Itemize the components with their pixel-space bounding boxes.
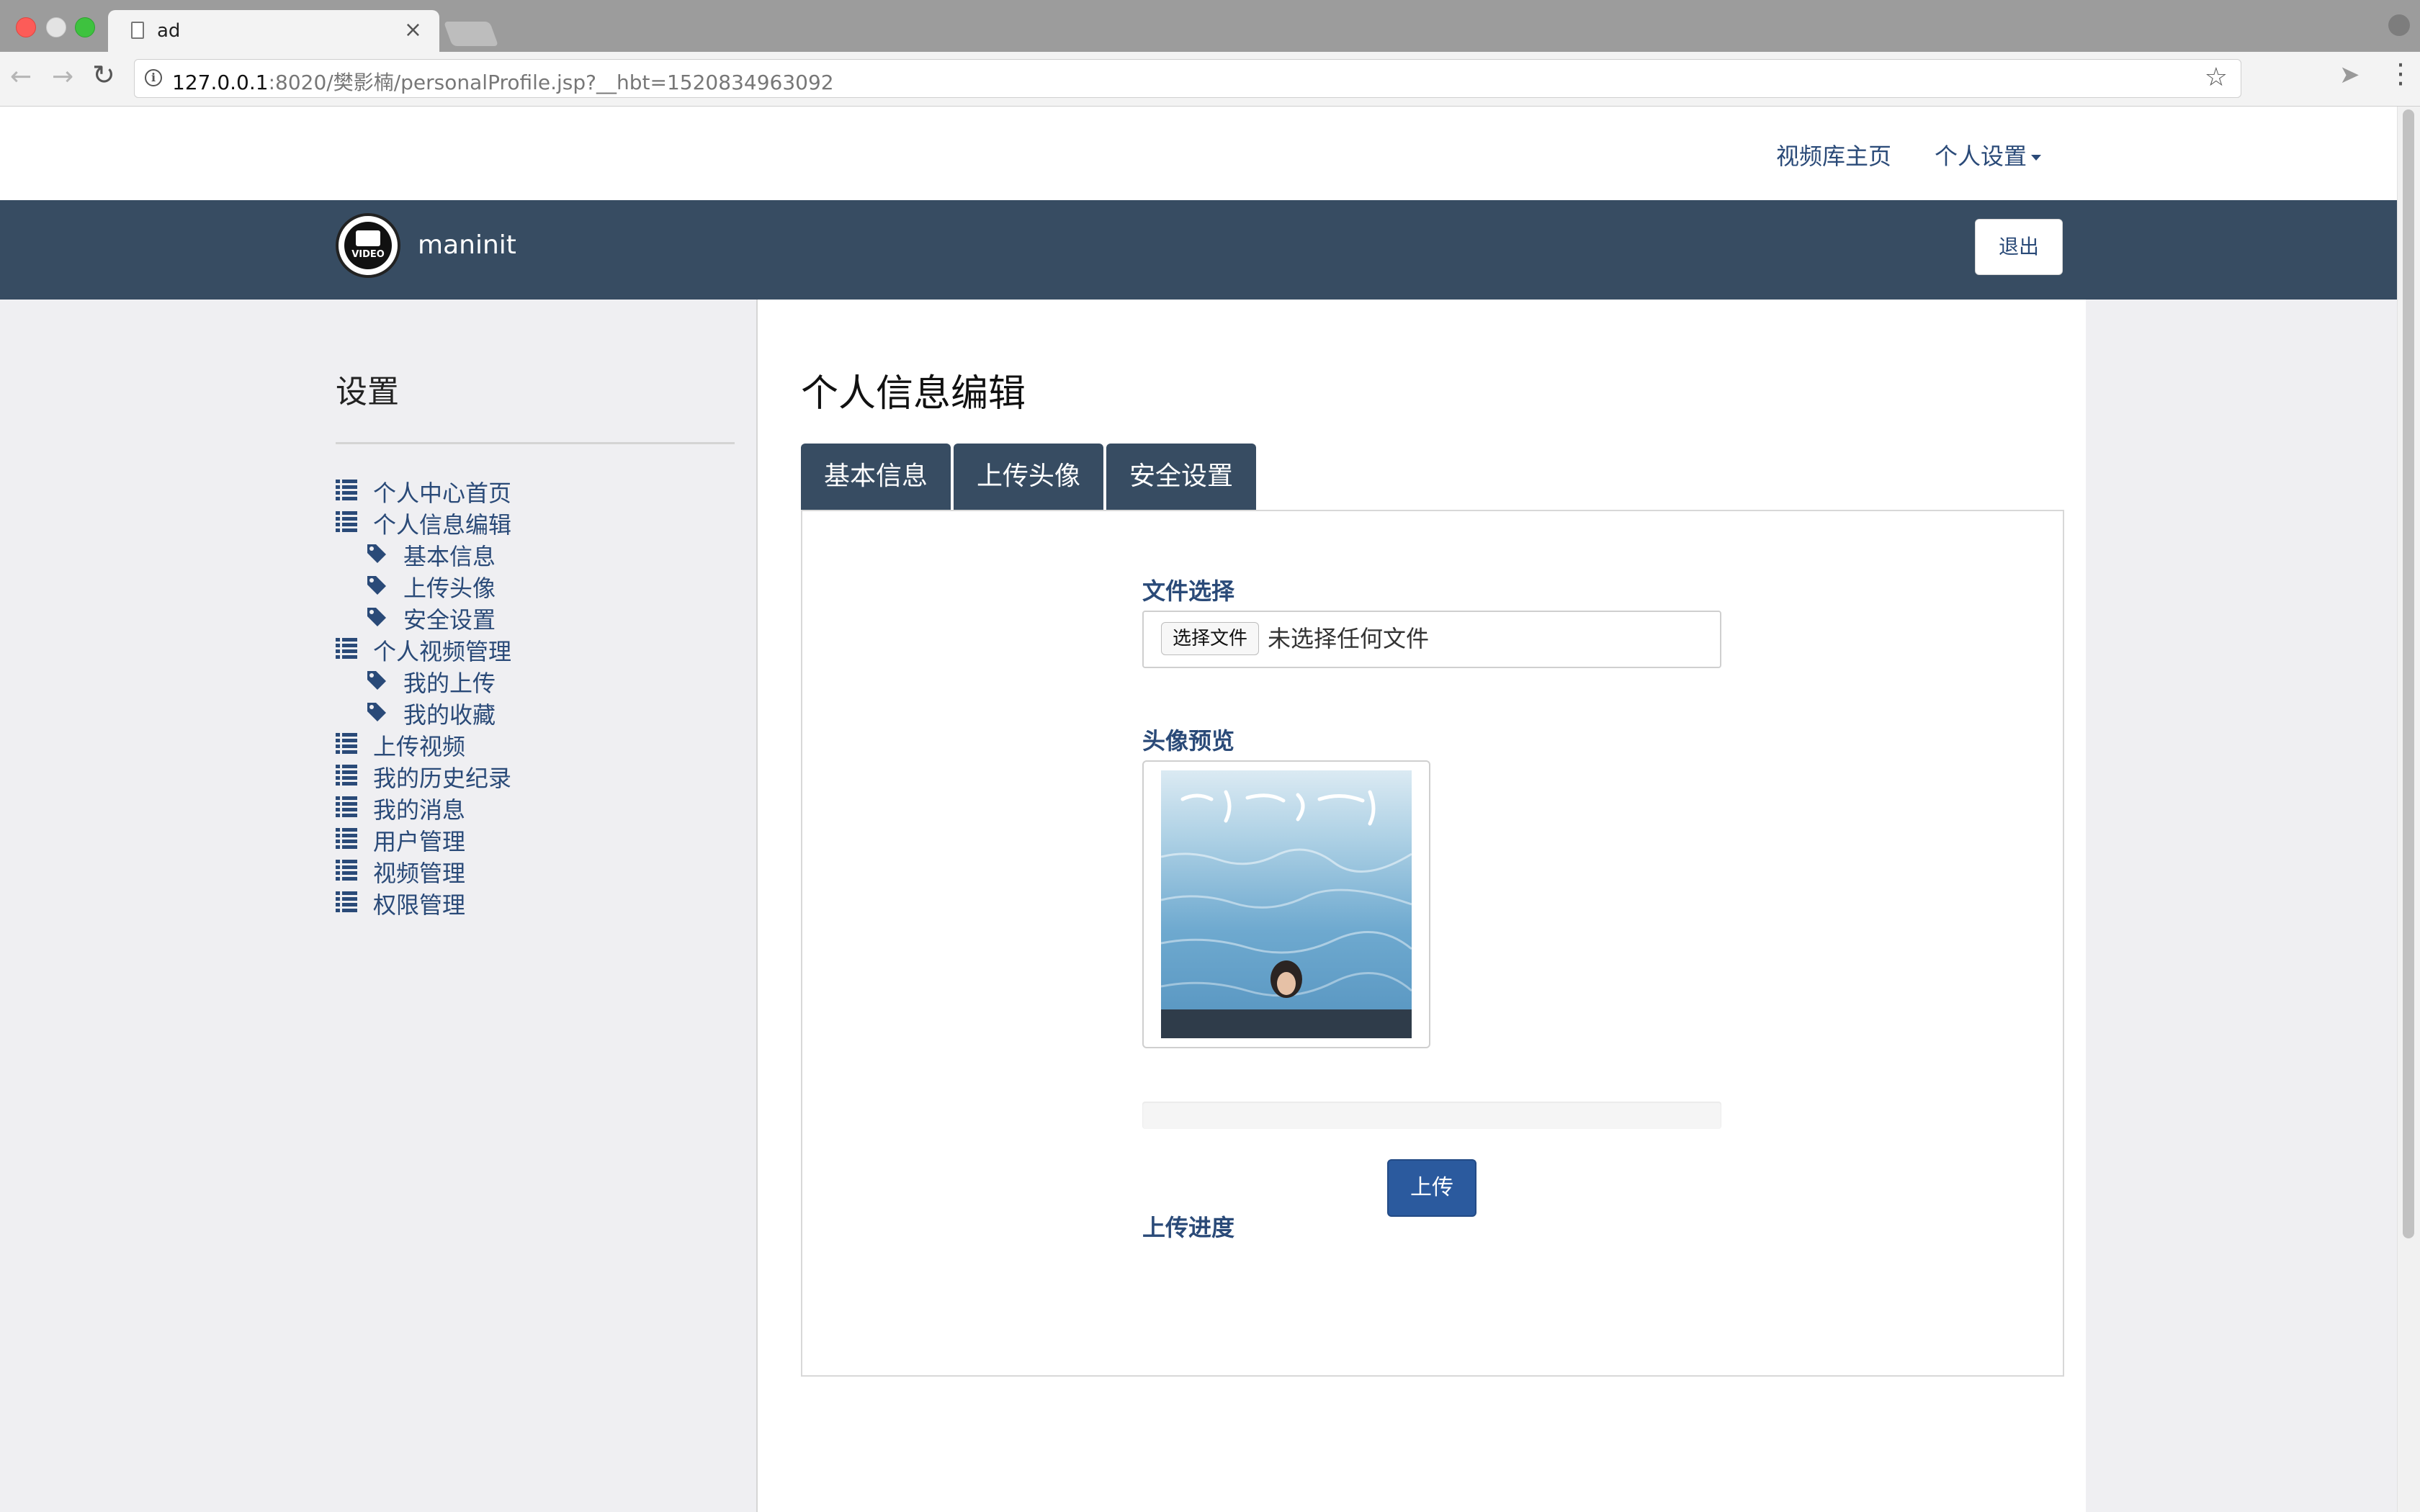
page-viewport: 视频库主页 个人设置 VIDEO maninit 退出 设置 个人中心首页 个人信… [0, 107, 2397, 1512]
tag-icon [366, 606, 386, 626]
window-minimize-button[interactable] [46, 17, 66, 37]
video-logo: VIDEO [336, 213, 400, 278]
sidebar-item-label: 我的历史纪录 [373, 765, 512, 792]
camera-icon [356, 230, 380, 246]
sidebar-item-label: 权限管理 [373, 891, 466, 919]
sidebar-divider [336, 442, 735, 444]
sidebar-item-label: 个人视频管理 [373, 638, 512, 665]
file-status-text: 未选择任何文件 [1268, 625, 1430, 652]
browser-tab[interactable]: ad × [108, 10, 439, 53]
sidebar-item-label: 个人中心首页 [373, 480, 512, 507]
list-icon [336, 480, 357, 501]
sidebar-item-label: 视频管理 [373, 860, 466, 887]
reload-icon[interactable]: ↻ [92, 59, 115, 91]
page-title: 个人信息编辑 [801, 372, 1026, 415]
url-text[interactable]: 127.0.0.1:8020/樊影楠/personalProfile.jsp?_… [172, 67, 834, 96]
sidebar-title: 设置 [336, 374, 399, 410]
sidebar-item-label: 个人信息编辑 [373, 511, 512, 539]
more-menu-icon[interactable]: ⋮ [2387, 58, 2414, 89]
sidebar-item-label: 用户管理 [373, 828, 466, 855]
browser-toolbar: ← → ↻ i 127.0.0.1:8020/樊影楠/personalProfi… [0, 52, 2420, 107]
sidebar-item-label: 上传头像 [403, 575, 496, 602]
back-arrow-icon[interactable]: ← [10, 62, 32, 91]
upload-progress-label: 上传进度 [1142, 1214, 1235, 1241]
file-select-label: 文件选择 [1142, 577, 1235, 605]
sidebar-item-label: 基本信息 [403, 543, 496, 570]
page-scrollbar[interactable] [2397, 107, 2420, 1512]
bookmark-star-icon[interactable]: ☆ [2205, 63, 2228, 92]
profile-icon[interactable] [2388, 14, 2410, 36]
tab-basic-info[interactable]: 基本信息 [801, 444, 951, 510]
sidebar-item-label: 我的上传 [403, 670, 496, 697]
tab-title: ad [157, 20, 181, 42]
forward-arrow-icon[interactable]: → [52, 62, 73, 91]
sidebar-item-label: 我的收藏 [403, 701, 496, 729]
tab-upload-avatar[interactable]: 上传头像 [954, 444, 1103, 510]
address-bar[interactable]: i 127.0.0.1:8020/樊影楠/personalProfile.jsp… [134, 59, 2241, 98]
window-zoom-button[interactable] [75, 17, 95, 37]
avatar-preview-label: 头像预览 [1142, 727, 1235, 755]
list-icon [336, 891, 357, 913]
scrollbar-thumb[interactable] [2403, 109, 2414, 1238]
tab-security-settings[interactable]: 安全设置 [1106, 444, 1256, 510]
file-input[interactable]: 选择文件 未选择任何文件 [1142, 611, 1721, 668]
tag-icon [366, 575, 386, 595]
tag-icon [366, 701, 386, 721]
nav-video-home-link[interactable]: 视频库主页 [1776, 138, 1891, 171]
avatar-preview-frame [1142, 760, 1430, 1048]
tag-icon [366, 670, 386, 690]
top-navbar: 视频库主页 个人设置 [0, 107, 2397, 200]
extension-icon[interactable]: ➤ [2339, 60, 2360, 89]
username: maninit [418, 230, 516, 260]
sidebar-item-label: 上传视频 [373, 733, 466, 760]
list-icon [336, 765, 357, 786]
avatar-preview-image [1161, 770, 1412, 1038]
list-icon [336, 796, 357, 818]
window-close-button[interactable] [16, 17, 36, 37]
list-icon [336, 828, 357, 850]
list-icon [336, 860, 357, 881]
sidebar-item-label: 安全设置 [403, 606, 496, 634]
list-icon [336, 733, 357, 755]
logout-button[interactable]: 退出 [1975, 219, 2063, 275]
sidebar-item-label: 我的消息 [373, 796, 466, 824]
page-icon [131, 22, 144, 39]
caret-down-icon [2031, 155, 2042, 161]
list-icon [336, 511, 357, 533]
new-tab-button[interactable] [443, 22, 499, 46]
upload-progress-bar [1142, 1102, 1721, 1129]
choose-file-button[interactable]: 选择文件 [1161, 622, 1259, 655]
nav-personal-settings-dropdown[interactable]: 个人设置 [1935, 138, 2042, 171]
list-icon [336, 638, 357, 660]
tab-close-icon[interactable]: × [404, 17, 422, 42]
browser-titlebar: ad × [0, 0, 2420, 53]
tag-icon [366, 543, 386, 563]
upload-button[interactable]: 上传 [1387, 1159, 1476, 1217]
info-icon[interactable]: i [145, 69, 162, 86]
